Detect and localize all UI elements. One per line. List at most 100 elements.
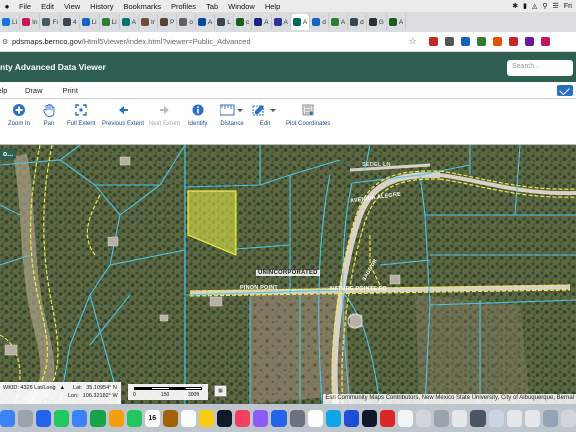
map-panel-tab[interactable]: o...: [0, 149, 17, 160]
browser-tab[interactable]: c: [234, 14, 253, 30]
url-field[interactable]: pdsmaps.bernco.gov/Html5Viewer/index.htm…: [12, 37, 251, 46]
photos-icon[interactable]: [108, 409, 124, 427]
previous-extent-button[interactable]: Previous Extent: [102, 103, 144, 127]
podcasts-icon[interactable]: [253, 409, 269, 427]
menu-window[interactable]: Window: [223, 2, 260, 11]
identify-button[interactable]: Identify: [188, 103, 207, 127]
safari2-icon[interactable]: [325, 409, 341, 427]
browser-tab[interactable]: Li: [0, 14, 21, 30]
contacts-icon[interactable]: [162, 409, 178, 427]
search-icon[interactable]: ⚲: [542, 2, 547, 10]
menu-help[interactable]: Help: [260, 2, 285, 11]
notes-icon[interactable]: [199, 409, 215, 427]
extension-icon[interactable]: [492, 37, 502, 46]
bookmark-star-icon[interactable]: ☆: [409, 36, 417, 47]
map-action-button[interactable]: ▦: [214, 385, 227, 397]
app-blank2-icon[interactable]: [524, 409, 540, 427]
settings-icon[interactable]: [289, 409, 305, 427]
browser-tab[interactable]: L: [215, 14, 234, 30]
full-extent-button[interactable]: Full Extent: [67, 103, 95, 127]
zoom-in-button[interactable]: Zoom In: [8, 103, 30, 127]
app-gray-icon[interactable]: [416, 409, 432, 427]
search-input[interactable]: Search...: [507, 60, 573, 76]
browser-tab[interactable]: 4: [61, 14, 80, 30]
maps-icon[interactable]: [90, 409, 106, 427]
menu-print[interactable]: Print: [56, 86, 85, 95]
browser-tab[interactable]: A: [387, 14, 407, 30]
menu-profiles[interactable]: Profiles: [166, 2, 201, 11]
bluetooth-icon[interactable]: ✱: [512, 2, 518, 10]
dropdown-arrow-icon[interactable]: ▲: [60, 384, 65, 392]
menu-help-tab[interactable]: Help: [0, 86, 12, 95]
browser-tab[interactable]: A: [329, 14, 349, 30]
extension-icon[interactable]: [476, 37, 486, 46]
calculator-icon[interactable]: [470, 409, 486, 427]
battery-icon[interactable]: ▮: [523, 2, 527, 10]
browser-tab[interactable]: A: [196, 14, 216, 30]
app-dot-icon[interactable]: [434, 409, 450, 427]
control-center-icon[interactable]: ☰: [553, 2, 559, 10]
distance-button[interactable]: Distance: [220, 103, 244, 127]
browser-tab[interactable]: P: [158, 14, 178, 30]
clock[interactable]: Fri: [564, 3, 572, 10]
browser-tab[interactable]: Fi: [40, 14, 61, 30]
menu-file[interactable]: File: [14, 2, 36, 11]
map-view[interactable]: o... SEDEL LN AVENIDA ALEGRE UNINCORPORA…: [0, 145, 576, 404]
tv-icon[interactable]: [217, 409, 233, 427]
app-white-icon[interactable]: [398, 409, 414, 427]
pan-button[interactable]: Pan: [42, 103, 56, 127]
app-photo-icon[interactable]: [542, 409, 558, 427]
browser-tab[interactable]: A: [290, 14, 311, 30]
menu-edit[interactable]: Edit: [36, 2, 59, 11]
extension-icon[interactable]: [428, 37, 438, 46]
menu-draw[interactable]: Draw: [18, 86, 50, 95]
app-doc-icon[interactable]: [452, 409, 468, 427]
calendar-icon[interactable]: 16: [144, 409, 160, 427]
finder-icon[interactable]: [0, 409, 16, 427]
menu-bookmarks[interactable]: Bookmarks: [119, 2, 167, 11]
mail-icon[interactable]: [72, 409, 88, 427]
scale-tick-150: 150: [161, 392, 170, 398]
extension-icon[interactable]: [460, 37, 470, 46]
chrome-icon[interactable]: [307, 409, 323, 427]
app-i-icon[interactable]: [379, 409, 396, 427]
cricut-icon[interactable]: [361, 409, 377, 427]
appstore-icon[interactable]: [271, 409, 287, 427]
menu-tab[interactable]: Tab: [201, 2, 223, 11]
browser-tab[interactable]: Ir: [139, 14, 158, 30]
browser-tab[interactable]: Li: [100, 14, 120, 30]
browser-tab[interactable]: Li: [80, 14, 100, 30]
extension-icon[interactable]: [444, 37, 454, 46]
next-extent-button[interactable]: Next Extent: [149, 103, 180, 127]
site-info-icon[interactable]: ⚙: [2, 38, 12, 46]
menu-history[interactable]: History: [85, 2, 118, 11]
app-blank-icon[interactable]: [506, 409, 522, 427]
browser-tab[interactable]: G: [367, 14, 387, 30]
word-icon[interactable]: [343, 409, 359, 427]
browser-tab[interactable]: A: [120, 14, 139, 30]
extension-icon[interactable]: [508, 37, 518, 46]
wifi-icon[interactable]: ◬: [532, 2, 537, 10]
browser-tab[interactable]: d: [348, 14, 367, 30]
extension-icon[interactable]: [524, 37, 534, 46]
browser-tab[interactable]: d: [310, 14, 329, 30]
menu-view[interactable]: View: [59, 2, 85, 11]
browser-tab[interactable]: In: [20, 14, 41, 30]
extension-icon[interactable]: [540, 37, 550, 46]
browser-tab[interactable]: o: [177, 14, 196, 30]
edit-button[interactable]: Edit: [252, 103, 278, 127]
app-mid-icon[interactable]: [488, 409, 504, 427]
trash-icon[interactable]: [560, 409, 576, 427]
music-icon[interactable]: [235, 409, 251, 427]
toolbar-toggle-checkbox[interactable]: [557, 85, 573, 96]
facetime-icon[interactable]: [126, 409, 142, 427]
launchpad-icon[interactable]: [18, 409, 34, 427]
plot-coordinates-button[interactable]: Plot Coordinates: [286, 103, 330, 127]
messages-icon[interactable]: [54, 409, 70, 427]
browser-tab[interactable]: A: [252, 14, 272, 30]
apple-menu-icon[interactable]: ●: [0, 2, 14, 11]
safari-icon[interactable]: [36, 409, 52, 427]
wkid-label[interactable]: WKID: 4326 Lat/Long: [3, 384, 56, 392]
browser-tab[interactable]: A: [272, 14, 291, 30]
reminders-icon[interactable]: [180, 409, 197, 427]
